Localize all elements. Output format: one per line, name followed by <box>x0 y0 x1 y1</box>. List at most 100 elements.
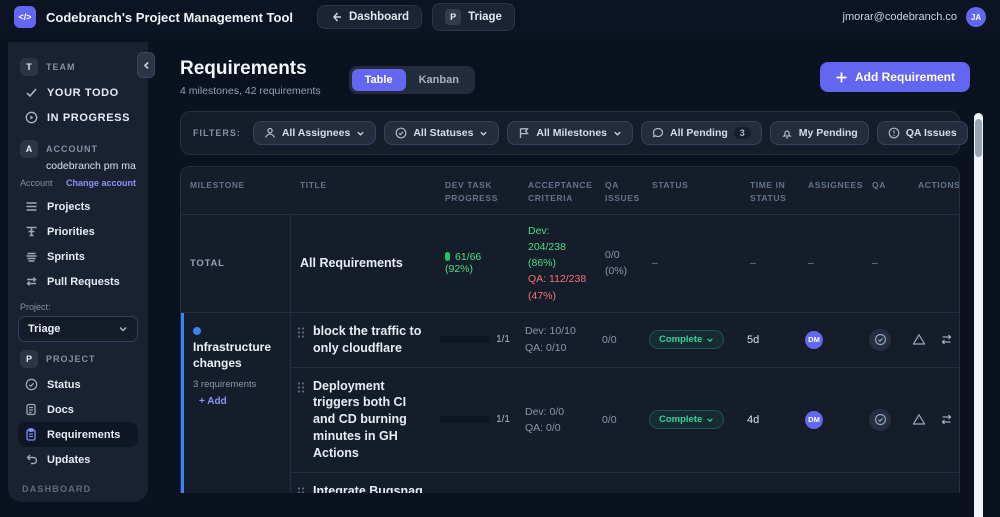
filter-my-pending[interactable]: My Pending <box>769 121 869 145</box>
scrollbar-thumb[interactable] <box>975 119 982 157</box>
milestone-title[interactable]: Infrastructure changes <box>193 323 281 372</box>
requirement-title[interactable]: Deployment triggers both CI and CD burni… <box>313 378 425 462</box>
actions-cell <box>906 405 959 434</box>
team-section-label: TEAM <box>46 62 76 72</box>
tab-kanban[interactable]: Kanban <box>406 69 472 91</box>
acceptance-criteria: Dev: 10/10QA: 0/10 <box>516 492 593 493</box>
swap-arrows-icon[interactable] <box>940 413 953 426</box>
total-qa-issues: 0/0 (0%) <box>605 248 628 278</box>
priorities-icon <box>24 225 38 238</box>
sidebar-item-priorities[interactable]: Priorities <box>18 219 138 244</box>
qa-cell <box>860 401 906 439</box>
table-row: Integrate Bugsnag for better debugging a… <box>291 473 959 493</box>
requirement-title[interactable]: Integrate Bugsnag for better debugging a… <box>313 483 425 493</box>
sidebar-item-your-todo[interactable]: YOUR TODO <box>18 80 138 105</box>
swap-arrows-icon[interactable] <box>940 333 953 346</box>
col-qa-issues: QA Issues <box>605 180 640 203</box>
table-header-row: Milestone Title Dev Task Progress Accept… <box>181 167 959 215</box>
person-icon <box>264 127 276 139</box>
status-icon <box>24 378 38 391</box>
total-actions <box>909 255 959 271</box>
sidebar-item-sprints[interactable]: Sprints <box>18 244 138 269</box>
assignee-avatar[interactable]: DM <box>805 410 823 429</box>
warning-triangle-icon[interactable] <box>912 413 926 426</box>
check-icon <box>24 86 38 99</box>
total-acceptance: Dev: 204/238 (86%) QA: 112/238 (47%) <box>519 215 596 312</box>
add-requirement-button[interactable]: Add Requirement <box>819 62 970 92</box>
sidebar-item-pull-requests[interactable]: Pull Requests <box>18 269 138 294</box>
triage-badge: P <box>445 9 462 25</box>
warning-triangle-icon[interactable] <box>912 333 926 346</box>
filter-label: All Statuses <box>413 127 474 139</box>
total-row: Total All Requirements 61/66 (92%) Dev: … <box>181 214 959 313</box>
status-pill[interactable]: Complete <box>649 410 725 430</box>
filter-qa-issues[interactable]: QA Issues <box>876 121 968 145</box>
sidebar: T TEAM YOUR TODO IN PROGRESS A ACCOUNT c… <box>8 42 148 502</box>
filter-all-assignees[interactable]: All Assignees <box>252 121 377 145</box>
sidebar-item-label: YOUR TODO <box>47 86 119 99</box>
qa-check-button[interactable] <box>869 408 891 431</box>
filter-all-statuses[interactable]: All Statuses <box>384 121 500 145</box>
total-acceptance-qa: QA: 112/238 (47%) <box>528 273 587 302</box>
qa-check-button[interactable] <box>869 328 891 351</box>
progress-bar <box>439 416 491 424</box>
project-select[interactable]: Triage <box>18 316 138 342</box>
chevron-down-icon <box>707 338 714 342</box>
col-qa: QA <box>872 180 886 190</box>
status-pill[interactable]: Complete <box>649 330 725 350</box>
col-status: Status <box>652 180 689 190</box>
sidebar-item-updates[interactable]: Updates <box>18 447 138 472</box>
drag-handle-icon[interactable] <box>297 378 305 394</box>
time-in-status: 4d <box>747 413 760 426</box>
flag-icon <box>518 127 530 139</box>
milestone-cell: Infrastructure changes 3 requirements + … <box>184 312 291 493</box>
tab-table[interactable]: Table <box>351 69 406 91</box>
filter-all-milestones[interactable]: All Milestones <box>507 121 634 145</box>
triage-button-label: Triage <box>468 11 502 23</box>
main-content: Requirements 4 milestones, 42 requiremen… <box>165 34 1000 517</box>
app-title: Codebranch's Project Management Tool <box>46 9 293 25</box>
check-circle-icon <box>874 334 886 346</box>
sidebar-collapse-button[interactable] <box>137 52 155 78</box>
total-acceptance-dev: Dev: 204/238 (86%) <box>528 224 566 270</box>
sidebar-item-docs[interactable]: Docs <box>18 397 138 422</box>
arrow-left-icon <box>330 11 342 23</box>
chevron-down-icon <box>356 129 365 138</box>
sidebar-item-label: Requirements <box>47 428 121 441</box>
vertical-scrollbar[interactable] <box>974 113 983 517</box>
page-subtitle: 4 milestones, 42 requirements <box>180 85 321 97</box>
progress-bar <box>439 336 491 344</box>
assignee-avatar[interactable]: DM <box>805 330 823 349</box>
triage-button[interactable]: P Triage <box>432 3 515 31</box>
dev-progress: 1/1 <box>433 326 516 353</box>
assignees-cell: DM <box>796 323 860 357</box>
drag-handle-icon[interactable] <box>297 483 305 493</box>
top-bar: </> Codebranch's Project Management Tool… <box>0 0 1000 34</box>
sidebar-item-requirements[interactable]: Requirements <box>18 422 138 447</box>
requirements-table: Milestone Title Dev Task Progress Accept… <box>180 166 960 493</box>
sidebar-item-status[interactable]: Status <box>18 372 138 397</box>
table-row: block the traffic to only cloudflare 1/1… <box>291 313 959 368</box>
sidebar-item-label: Updates <box>47 453 91 466</box>
account-badge: A <box>20 140 38 158</box>
requirement-rows: block the traffic to only cloudflare 1/1… <box>291 313 959 493</box>
filter-all-pending[interactable]: All Pending 3 <box>641 121 762 145</box>
filter-label: All Milestones <box>536 127 608 139</box>
col-title: Title <box>300 180 327 190</box>
chat-icon <box>652 127 664 139</box>
sidebar-item-label: Projects <box>47 200 91 213</box>
dashboard-button[interactable]: Dashboard <box>317 5 423 29</box>
milestone-add-button[interactable]: + Add <box>193 396 281 407</box>
docs-icon <box>24 403 38 416</box>
user-avatar[interactable]: JA <box>966 7 986 27</box>
filter-label: QA Issues <box>905 127 957 139</box>
total-title: All Requirements <box>300 255 403 270</box>
drag-handle-icon[interactable] <box>297 323 305 339</box>
sidebar-item-in-progress[interactable]: IN PROGRESS <box>18 105 138 130</box>
sidebar-item-projects[interactable]: Projects <box>18 194 138 219</box>
chevron-down-icon <box>613 129 622 138</box>
change-account-link[interactable]: Change account <box>66 178 136 188</box>
requirement-title[interactable]: block the traffic to only cloudflare <box>313 323 425 357</box>
status-cell: Complete <box>640 402 738 437</box>
col-assignees: Assignees <box>808 180 863 190</box>
